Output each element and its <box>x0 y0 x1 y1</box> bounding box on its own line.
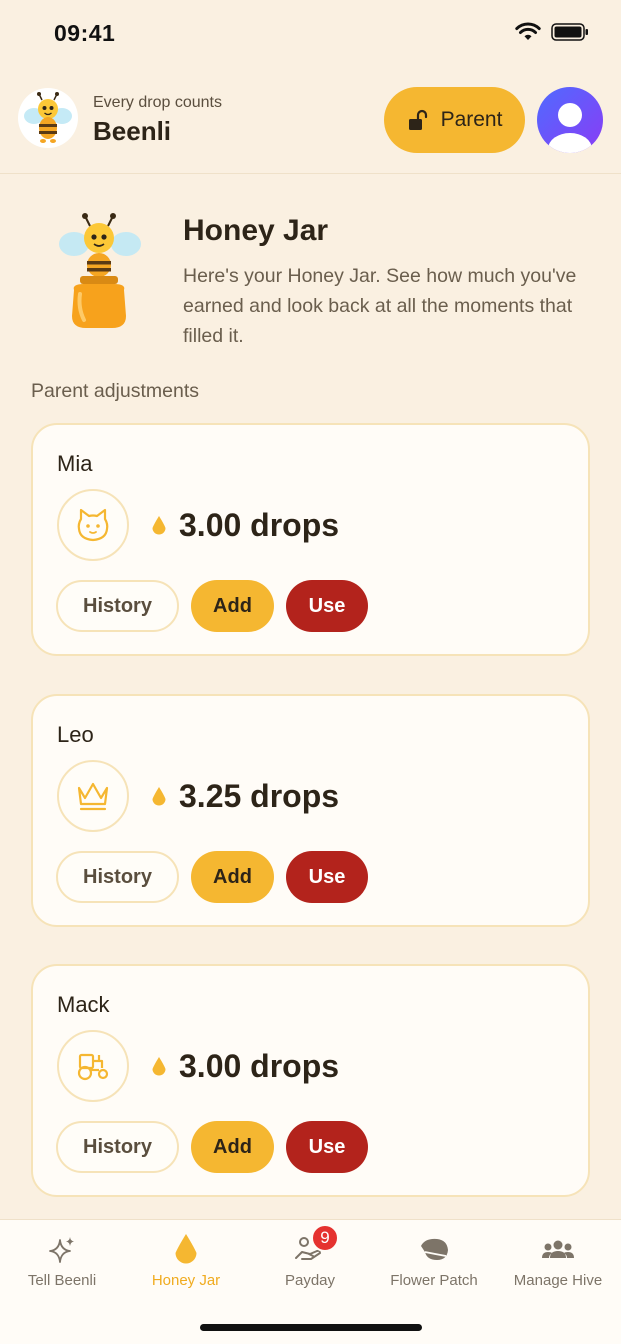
home-indicator <box>200 1324 422 1331</box>
tab-label: Payday <box>284 1272 336 1289</box>
history-button[interactable]: History <box>56 580 179 632</box>
history-button[interactable]: History <box>56 851 179 903</box>
history-button[interactable]: History <box>56 1121 179 1173</box>
add-button[interactable]: Add <box>191 851 274 903</box>
payday-icon: 9 <box>293 1224 339 1270</box>
leaf-icon <box>417 1230 451 1270</box>
child-card-mack: Mack 3.00 drops History Add Use <box>31 964 590 1197</box>
tractor-icon <box>77 1053 109 1081</box>
status-bar: 09:41 <box>0 0 621 70</box>
tab-label: Flower Patch <box>390 1272 478 1289</box>
child-card-leo: Leo 3.25 drops History Add Use <box>31 694 590 927</box>
child-card-mia: Mia 3.00 drops History Add Use <box>31 423 590 656</box>
add-button[interactable]: Add <box>191 580 274 632</box>
app-name: Beenli <box>93 116 172 146</box>
status-icons <box>515 22 589 42</box>
crown-icon <box>77 782 109 811</box>
balance: 3.00 drops <box>151 1048 339 1085</box>
payday-badge: 9 <box>311 1224 339 1252</box>
use-button[interactable]: Use <box>286 580 368 632</box>
drop-icon <box>152 786 166 805</box>
profile-avatar[interactable] <box>537 87 603 153</box>
tab-flower-patch[interactable]: Flower Patch <box>372 1230 496 1289</box>
drop-icon <box>172 1230 200 1270</box>
user-icon <box>548 103 592 153</box>
app-header: Every drop counts Beenli Parent <box>0 78 621 174</box>
use-button[interactable]: Use <box>286 851 368 903</box>
child-name: Mia <box>57 451 93 476</box>
balance-value: 3.00 drops <box>179 507 340 543</box>
balance: 3.00 drops <box>151 507 339 544</box>
status-time: 09:41 <box>54 20 116 46</box>
tab-manage-hive[interactable]: Manage Hive <box>496 1230 620 1289</box>
child-avatar <box>57 760 129 832</box>
tab-label: Tell Beenli <box>27 1272 97 1289</box>
tab-payday[interactable]: 9 Payday <box>248 1224 372 1289</box>
drop-icon <box>152 1056 166 1075</box>
parent-button-label: Parent <box>440 108 503 131</box>
battery-icon <box>551 23 588 41</box>
page-description: Here's your Honey Jar. See how much you'… <box>183 265 577 347</box>
bee-logo-icon <box>18 88 78 148</box>
balance-value: 3.00 drops <box>179 1048 340 1084</box>
child-name: Leo <box>57 722 94 747</box>
cat-icon <box>77 508 109 542</box>
page-title: Honey Jar <box>183 214 329 247</box>
child-avatar <box>57 489 129 561</box>
parent-mode-button[interactable]: Parent <box>384 87 525 153</box>
bee-honey-jar-illustration <box>50 210 150 335</box>
group-icon <box>540 1230 576 1270</box>
tab-label: Manage Hive <box>513 1272 603 1289</box>
tab-tell-beenli[interactable]: Tell Beenli <box>0 1230 124 1289</box>
tab-label: Honey Jar <box>151 1272 221 1289</box>
child-avatar <box>57 1030 129 1102</box>
wifi-icon <box>515 22 541 40</box>
balance: 3.25 drops <box>151 778 339 815</box>
sparkles-icon <box>46 1230 78 1270</box>
app-tagline: Every drop counts <box>93 94 222 111</box>
unlock-icon <box>408 109 427 130</box>
child-name: Mack <box>57 992 110 1017</box>
tab-honey-jar[interactable]: Honey Jar <box>124 1230 248 1289</box>
use-button[interactable]: Use <box>286 1121 368 1173</box>
balance-value: 3.25 drops <box>179 778 340 814</box>
add-button[interactable]: Add <box>191 1121 274 1173</box>
section-label: Parent adjustments <box>31 380 200 402</box>
drop-icon <box>152 515 166 534</box>
